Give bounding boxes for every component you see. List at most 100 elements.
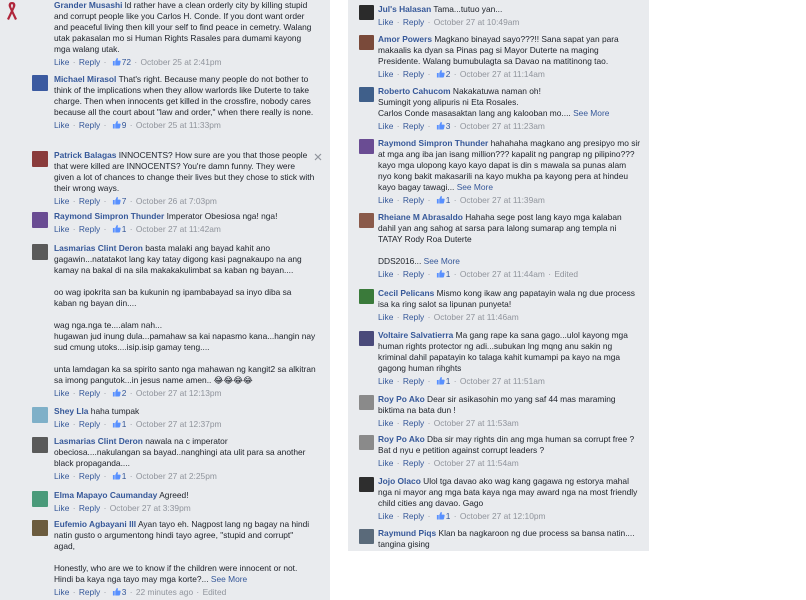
comment-timestamp[interactable]: October 25 at 2:41pm bbox=[140, 57, 221, 67]
comment-timestamp[interactable]: 22 minutes ago bbox=[136, 587, 193, 597]
comment-author[interactable]: Lasmarias Clint Deron bbox=[54, 436, 143, 446]
avatar[interactable] bbox=[359, 289, 374, 304]
comment-timestamp[interactable]: October 27 at 3:39pm bbox=[110, 503, 191, 513]
comment-author[interactable]: Amor Powers bbox=[378, 34, 432, 44]
reply-button[interactable]: Reply bbox=[403, 195, 424, 205]
comment-author[interactable]: Rheiane M Abrasaldo bbox=[378, 212, 463, 222]
comment-author[interactable]: Voltaire Salvatierra bbox=[378, 330, 453, 340]
like-button[interactable]: Like bbox=[378, 376, 393, 386]
comment-author[interactable]: Raymund Piqs bbox=[378, 528, 436, 538]
like-count[interactable]: 2 bbox=[122, 388, 127, 398]
like-button[interactable]: Like bbox=[378, 121, 393, 131]
reply-button[interactable]: Reply bbox=[403, 511, 424, 521]
like-count[interactable]: 1 bbox=[446, 376, 451, 386]
edited-label[interactable]: Edited bbox=[554, 269, 578, 279]
avatar[interactable] bbox=[32, 520, 48, 536]
like-button[interactable]: Like bbox=[54, 120, 69, 130]
reply-button[interactable]: Reply bbox=[79, 471, 100, 481]
like-count[interactable]: 2 bbox=[446, 69, 451, 79]
reply-button[interactable]: Reply bbox=[403, 458, 424, 468]
comment-author[interactable]: Jul's Halasan bbox=[378, 4, 431, 14]
avatar[interactable] bbox=[359, 529, 374, 544]
avatar[interactable] bbox=[32, 244, 48, 260]
comment-timestamp[interactable]: October 27 at 11:46am bbox=[434, 312, 519, 322]
comment-author[interactable]: Cecil Pelicans bbox=[378, 288, 434, 298]
like-count[interactable]: 7 bbox=[122, 196, 127, 206]
reply-button[interactable]: Reply bbox=[79, 224, 100, 234]
comment-timestamp[interactable]: October 27 at 11:42am bbox=[136, 224, 221, 234]
like-count[interactable]: 1 bbox=[122, 224, 127, 234]
like-button[interactable]: Like bbox=[54, 196, 69, 206]
like-count[interactable]: 1 bbox=[122, 419, 127, 429]
comment-timestamp[interactable]: October 27 at 11:54am bbox=[434, 458, 519, 468]
avatar[interactable] bbox=[32, 151, 48, 167]
avatar[interactable] bbox=[359, 5, 374, 20]
ribbon-icon[interactable] bbox=[4, 1, 20, 20]
like-count[interactable]: 1 bbox=[446, 269, 451, 279]
reply-button[interactable]: Reply bbox=[79, 388, 100, 398]
comment-author[interactable]: Roberto Cahucom bbox=[378, 86, 451, 96]
see-more-link[interactable]: See More bbox=[211, 574, 247, 584]
comment-timestamp[interactable]: October 27 at 12:13pm bbox=[136, 388, 222, 398]
reply-button[interactable]: Reply bbox=[79, 503, 100, 513]
comment-author[interactable]: Roy Po Ako bbox=[378, 434, 425, 444]
like-count[interactable]: 3 bbox=[122, 587, 127, 597]
comment-timestamp[interactable]: October 27 at 2:25pm bbox=[136, 471, 217, 481]
avatar[interactable] bbox=[359, 395, 374, 410]
like-count[interactable]: 1 bbox=[446, 511, 451, 521]
reply-button[interactable]: Reply bbox=[403, 269, 424, 279]
comment-timestamp[interactable]: October 27 at 12:10pm bbox=[460, 511, 546, 521]
avatar[interactable] bbox=[32, 212, 48, 228]
like-button[interactable]: Like bbox=[54, 503, 69, 513]
comment-timestamp[interactable]: October 25 at 11:33pm bbox=[136, 120, 221, 130]
reply-button[interactable]: Reply bbox=[403, 17, 424, 27]
comment-timestamp[interactable]: October 26 at 7:03pm bbox=[136, 196, 217, 206]
comment-author[interactable]: Roy Po Ako bbox=[378, 394, 425, 404]
comment-timestamp[interactable]: October 27 at 11:14am bbox=[460, 69, 545, 79]
comment-timestamp[interactable]: October 27 at 11:39am bbox=[460, 195, 545, 205]
reply-button[interactable]: Reply bbox=[79, 120, 100, 130]
reply-button[interactable]: Reply bbox=[79, 196, 100, 206]
comment-timestamp[interactable]: October 27 at 11:51am bbox=[460, 376, 545, 386]
reply-button[interactable]: Reply bbox=[79, 419, 100, 429]
reply-button[interactable]: Reply bbox=[403, 376, 424, 386]
like-count[interactable]: 9 bbox=[122, 120, 127, 130]
comment-timestamp[interactable]: October 27 at 12:37pm bbox=[136, 419, 222, 429]
like-button[interactable]: Like bbox=[378, 269, 393, 279]
like-count[interactable]: 1 bbox=[446, 195, 451, 205]
avatar[interactable] bbox=[359, 87, 374, 102]
avatar[interactable] bbox=[359, 139, 374, 154]
avatar[interactable] bbox=[32, 407, 48, 423]
comment-author[interactable]: Michael Mirasol bbox=[54, 74, 116, 84]
avatar[interactable] bbox=[359, 435, 374, 450]
reply-button[interactable]: Reply bbox=[403, 312, 424, 322]
like-count[interactable]: 3 bbox=[446, 121, 451, 131]
comment-author[interactable]: Elma Mapayo Caumanday bbox=[54, 490, 157, 500]
comment-timestamp[interactable]: October 27 at 11:44am bbox=[460, 269, 545, 279]
like-button[interactable]: Like bbox=[54, 471, 69, 481]
like-button[interactable]: Like bbox=[378, 17, 393, 27]
reply-button[interactable]: Reply bbox=[403, 69, 424, 79]
avatar[interactable] bbox=[32, 75, 48, 91]
reply-button[interactable]: Reply bbox=[79, 57, 100, 67]
close-icon[interactable] bbox=[314, 153, 322, 161]
like-button[interactable]: Like bbox=[54, 224, 69, 234]
comment-author[interactable]: Raymond Simpron Thunder bbox=[378, 138, 488, 148]
avatar[interactable] bbox=[32, 491, 48, 507]
like-button[interactable]: Like bbox=[378, 312, 393, 322]
comment-author[interactable]: Grander Musashi bbox=[54, 0, 122, 10]
see-more-link[interactable]: See More bbox=[424, 256, 460, 266]
reply-button[interactable]: Reply bbox=[403, 121, 424, 131]
see-more-link[interactable]: See More bbox=[457, 182, 493, 192]
comment-author[interactable]: Raymond Simpron Thunder bbox=[54, 211, 164, 221]
like-count[interactable]: 1 bbox=[122, 471, 127, 481]
comment-timestamp[interactable]: October 27 at 11:23am bbox=[460, 121, 545, 131]
reply-button[interactable]: Reply bbox=[403, 418, 424, 428]
like-button[interactable]: Like bbox=[54, 388, 69, 398]
comment-author[interactable]: Patrick Balagas bbox=[54, 150, 116, 160]
comment-author[interactable]: Lasmarias Clint Deron bbox=[54, 243, 143, 253]
reply-button[interactable]: Reply bbox=[79, 587, 100, 597]
like-button[interactable]: Like bbox=[54, 419, 69, 429]
comment-author[interactable]: Eufemio Agbayani III bbox=[54, 519, 136, 529]
avatar[interactable] bbox=[359, 35, 374, 50]
